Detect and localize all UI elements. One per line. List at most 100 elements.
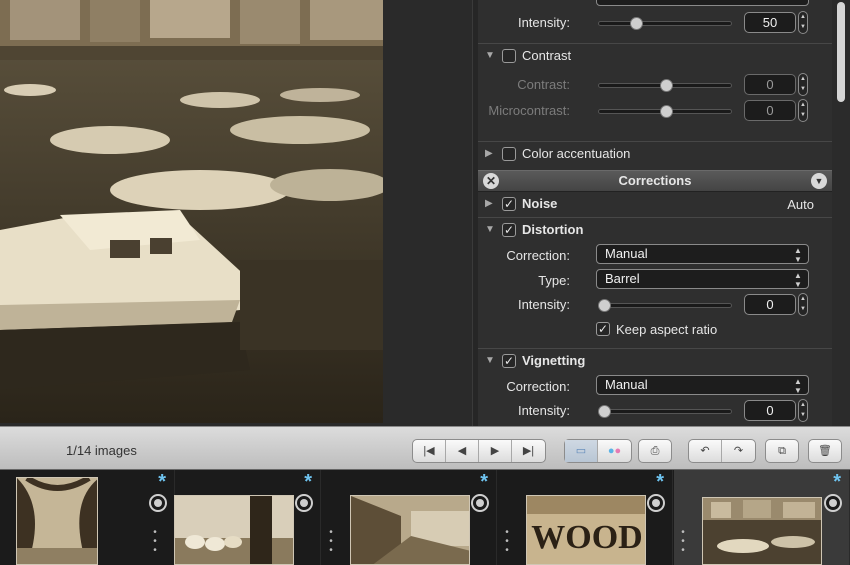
contrast-slider[interactable] [598,79,732,92]
top-dropdown[interactable] [596,0,809,6]
contrast-value-field[interactable]: 0 [744,74,796,95]
disclosure-down-icon[interactable]: ▼ [485,224,495,235]
noise-section-header[interactable]: ▶ ✓ Noise Auto [478,192,832,218]
inspector-scroll-thumb[interactable] [837,2,845,102]
disclosure-down-icon[interactable]: ▼ [485,50,495,61]
close-icon[interactable]: ✕ [483,173,499,189]
grip-dots-icon[interactable]: • • • [329,528,333,556]
browser-view-button[interactable]: ▭ [565,440,598,462]
disclosure-down-icon[interactable]: ▼ [485,355,495,366]
star-icon[interactable]: * [304,472,312,492]
microcontrast-slider[interactable] [598,105,732,118]
vignetting-correction-label: Correction: [506,379,570,394]
microcontrast-stepper[interactable]: ▲ ▼ [798,99,808,122]
vignetting-intensity-slider[interactable] [598,405,732,418]
crop-button[interactable]: ⧉ [766,440,798,462]
corrections-header[interactable]: ✕ Corrections ▼ [478,170,832,192]
disclosure-right-icon[interactable]: ▶ [485,148,493,159]
crop-icon: ⧉ [778,445,786,457]
filmstrip-item-selected[interactable]: • • • * [674,470,850,565]
compare-icon: ●● [607,445,622,457]
rating-ring-icon[interactable] [471,494,489,512]
contrast-checkbox[interactable] [502,49,516,63]
filmstrip-item[interactable]: • • • WOOD * [498,470,673,565]
distortion-intensity-row: Intensity: 0 ▲ ▼ [478,293,832,317]
vignetting-correction-select[interactable]: Manual ▲ ▼ [596,375,809,395]
distortion-intensity-field[interactable]: 0 [744,294,796,315]
street-thumbnail[interactable] [350,495,470,565]
inspector-scrollbar[interactable] [832,0,850,426]
microcontrast-slider-knob[interactable] [660,105,673,118]
vignetting-intensity-knob[interactable] [598,405,611,418]
contrast-stepper[interactable]: ▲ ▼ [798,73,808,96]
folder-icon: ▭ [575,445,587,457]
wood-sign-text: WOOD [531,519,642,556]
sheep-image [175,496,293,564]
select-arrows-icon: ▲ ▼ [794,246,802,264]
distortion-type-select[interactable]: Barrel ▲ ▼ [596,269,809,289]
vignetting-correction-value: Manual [605,377,648,392]
filmstrip-item[interactable]: • • • * [322,470,497,565]
print-button[interactable]: ⎙ [639,440,671,462]
distortion-checkbox[interactable]: ✓ [502,223,516,237]
distortion-correction-select[interactable]: Manual ▲ ▼ [596,244,809,264]
star-icon[interactable]: * [480,472,488,492]
tree-thumbnail[interactable] [16,477,98,565]
grip-dots-icon[interactable]: • • • [505,528,509,556]
main-photo[interactable] [0,0,383,423]
contrast-section-header[interactable]: ▼ Contrast [478,43,832,69]
intensity-slider-knob[interactable] [630,17,643,30]
sheep-thumbnail[interactable] [174,495,294,565]
keep-aspect-label[interactable]: Keep aspect ratio [616,322,717,337]
rating-ring-icon[interactable] [647,494,665,512]
corrections-title: Corrections [618,173,692,188]
filmstrip-item[interactable]: • • • * [146,470,321,565]
distortion-section-header[interactable]: ▼ ✓ Distortion [478,217,832,243]
noise-checkbox[interactable]: ✓ [502,197,516,211]
intensity-value-field[interactable]: 50 [744,12,796,33]
wood-thumbnail[interactable]: WOOD [526,495,646,565]
last-image-button[interactable]: ▶| [512,440,545,462]
rating-ring-icon[interactable] [824,494,842,512]
keep-aspect-checkbox[interactable]: ✓ [596,322,610,336]
distortion-intensity-knob[interactable] [598,299,611,312]
disclosure-right-icon[interactable]: ▶ [485,198,493,209]
distortion-title: Distortion [522,222,584,237]
harbour-photo-image [0,0,383,423]
distortion-intensity-slider[interactable] [598,299,732,312]
next-image-button[interactable]: ▶ [479,440,512,462]
redo-button[interactable]: ↷ [722,440,755,462]
filmstrip[interactable]: * • • • * • • • * • • • WOOD * • • • * [0,470,850,565]
previous-image-button[interactable]: ◀ [446,440,479,462]
vignetting-intensity-stepper[interactable]: ▲ ▼ [798,399,808,422]
view-mode-group: ▭ ●● [564,439,632,463]
rating-ring-icon[interactable] [295,494,313,512]
first-image-button[interactable]: |◀ [413,440,446,462]
grip-dots-icon[interactable]: • • • [681,528,685,556]
color-accentuation-section-header[interactable]: ▶ Color accentuation [478,141,832,167]
color-accentuation-checkbox[interactable] [502,147,516,161]
intensity-stepper[interactable]: ▲ ▼ [798,11,808,34]
grip-dots-icon[interactable]: • • • [153,528,157,556]
street-image [351,496,469,564]
vignetting-intensity-row: Intensity: 0 ▲ ▼ [478,399,832,423]
vignetting-intensity-field[interactable]: 0 [744,400,796,421]
chevron-down-icon[interactable]: ▼ [811,173,827,189]
undo-button[interactable]: ↶ [689,440,722,462]
star-icon[interactable]: * [656,472,664,492]
vignetting-section-header[interactable]: ▼ ✓ Vignetting [478,348,832,374]
microcontrast-value-field[interactable]: 0 [744,100,796,121]
distortion-intensity-stepper[interactable]: ▲ ▼ [798,293,808,316]
compare-view-button[interactable]: ●● [598,440,631,462]
noise-title: Noise [522,196,558,211]
contrast-slider-knob[interactable] [660,79,673,92]
photo-viewer[interactable] [0,0,472,426]
delete-button[interactable]: 🗑 [809,440,841,462]
harbour-thumbnail[interactable] [702,497,822,565]
star-icon[interactable]: * [833,472,841,492]
vignetting-checkbox[interactable]: ✓ [502,354,516,368]
microcontrast-label: Microcontrast: [488,103,570,118]
intensity-slider[interactable] [598,17,732,30]
image-count-label: 1/14 images [66,443,137,458]
contrast-row: Contrast: 0 ▲ ▼ [478,73,832,97]
